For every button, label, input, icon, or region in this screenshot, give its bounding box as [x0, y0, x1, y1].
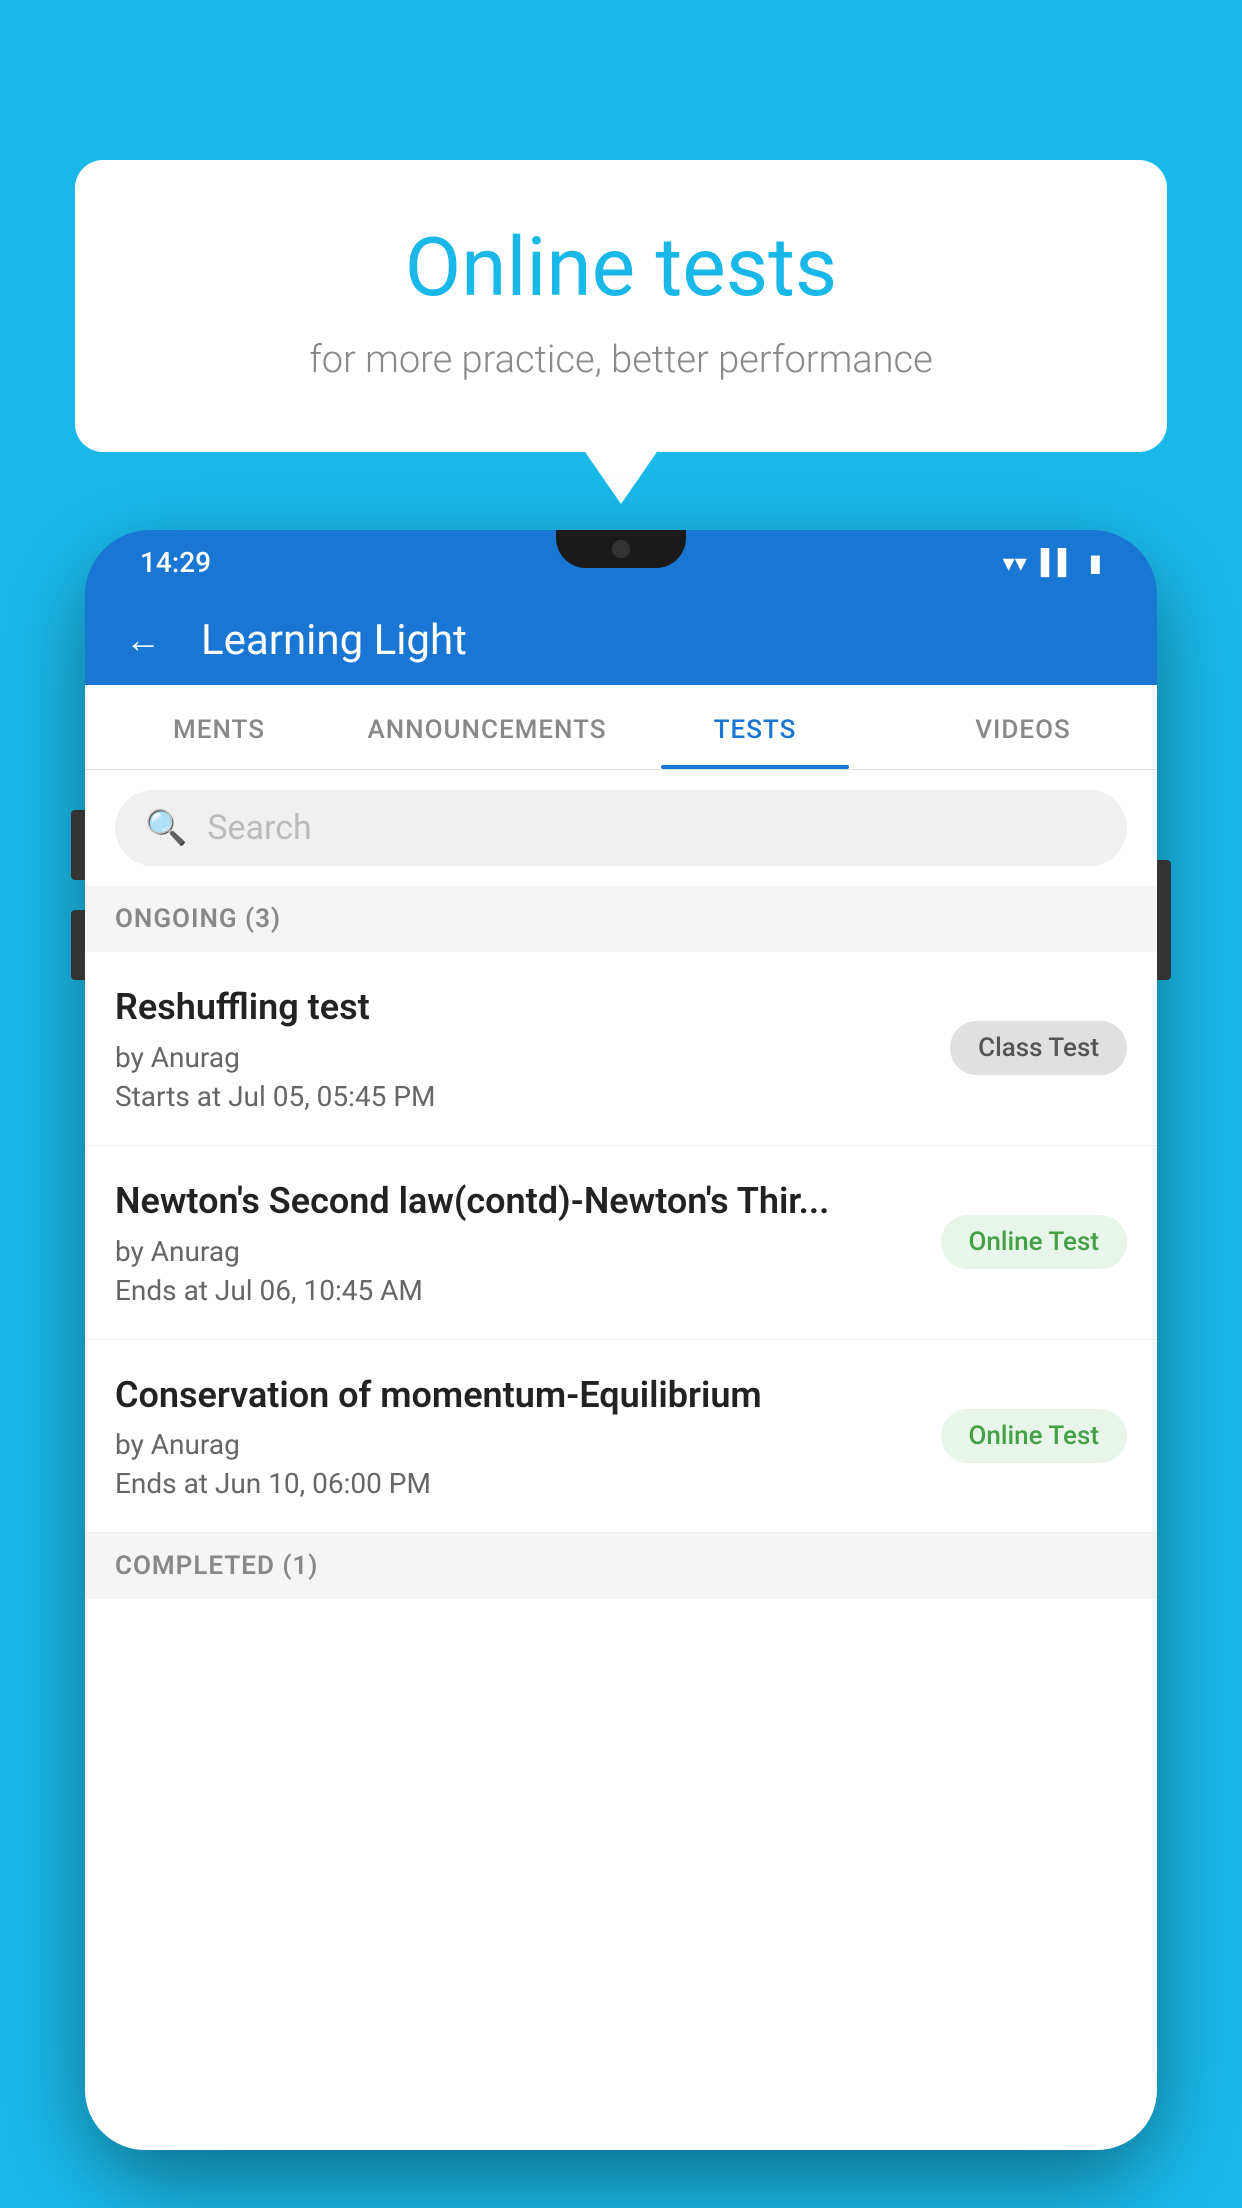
search-input[interactable]: Search — [207, 808, 1097, 848]
tabs-bar: MENTS ANNOUNCEMENTS TESTS VIDEOS — [85, 685, 1157, 770]
search-icon: 🔍 — [145, 808, 187, 848]
bubble-title: Online tests — [155, 220, 1087, 316]
phone-container: 14:29 ▾▾ ▌▌ ▮ ← Learning Light MENTS — [85, 530, 1157, 2208]
test-item-newtons[interactable]: Newton's Second law(contd)-Newton's Thir… — [85, 1146, 1157, 1340]
section-completed-header: COMPLETED (1) — [85, 1533, 1157, 1599]
screen-content: MENTS ANNOUNCEMENTS TESTS VIDEOS 🔍 Searc… — [85, 685, 1157, 2150]
test-author-reshuffling: by Anurag — [115, 1041, 930, 1074]
section-ongoing-header: ONGOING (3) — [85, 886, 1157, 952]
test-name-conservation: Conservation of momentum-Equilibrium — [115, 1372, 921, 1419]
battery-icon: ▮ — [1089, 549, 1102, 577]
test-info-newtons: Newton's Second law(contd)-Newton's Thir… — [115, 1178, 941, 1307]
volume-up-button[interactable] — [71, 810, 85, 880]
tab-tests[interactable]: TESTS — [621, 685, 889, 769]
bubble-subtitle: for more practice, better performance — [155, 338, 1087, 382]
badge-class-test: Class Test — [950, 1021, 1127, 1075]
test-name-newtons: Newton's Second law(contd)-Newton's Thir… — [115, 1178, 921, 1225]
signal-icon: ▌▌ — [1041, 548, 1075, 577]
test-info-conservation: Conservation of momentum-Equilibrium by … — [115, 1372, 941, 1501]
wifi-icon: ▾▾ — [1003, 549, 1027, 577]
tab-videos[interactable]: VIDEOS — [889, 685, 1157, 769]
back-button[interactable]: ← — [125, 619, 161, 661]
power-button[interactable] — [1157, 860, 1171, 980]
badge-online-test-1: Online Test — [941, 1215, 1128, 1269]
front-camera — [612, 540, 630, 558]
status-bar: 14:29 ▾▾ ▌▌ ▮ — [85, 530, 1157, 595]
tab-ments[interactable]: MENTS — [85, 685, 353, 769]
app-title: Learning Light — [201, 616, 467, 665]
test-date-reshuffling: Starts at Jul 05, 05:45 PM — [115, 1080, 930, 1113]
test-author-conservation: by Anurag — [115, 1428, 921, 1461]
search-bar[interactable]: 🔍 Search — [115, 790, 1127, 866]
status-icons: ▾▾ ▌▌ ▮ — [1003, 548, 1102, 577]
test-item-reshuffling[interactable]: Reshuffling test by Anurag Starts at Jul… — [85, 952, 1157, 1146]
app-header: ← Learning Light — [85, 595, 1157, 685]
test-date-newtons: Ends at Jul 06, 10:45 AM — [115, 1274, 921, 1307]
notch — [556, 530, 686, 568]
test-item-conservation[interactable]: Conservation of momentum-Equilibrium by … — [85, 1340, 1157, 1534]
test-author-newtons: by Anurag — [115, 1235, 921, 1268]
volume-down-button[interactable] — [71, 910, 85, 980]
phone-frame: 14:29 ▾▾ ▌▌ ▮ ← Learning Light MENTS — [85, 530, 1157, 2150]
test-date-conservation: Ends at Jun 10, 06:00 PM — [115, 1467, 921, 1500]
tab-announcements[interactable]: ANNOUNCEMENTS — [353, 685, 621, 769]
speech-bubble: Online tests for more practice, better p… — [75, 160, 1167, 452]
test-info-reshuffling: Reshuffling test by Anurag Starts at Jul… — [115, 984, 950, 1113]
test-name-reshuffling: Reshuffling test — [115, 984, 930, 1031]
badge-online-test-2: Online Test — [941, 1409, 1128, 1463]
status-time: 14:29 — [140, 546, 211, 579]
